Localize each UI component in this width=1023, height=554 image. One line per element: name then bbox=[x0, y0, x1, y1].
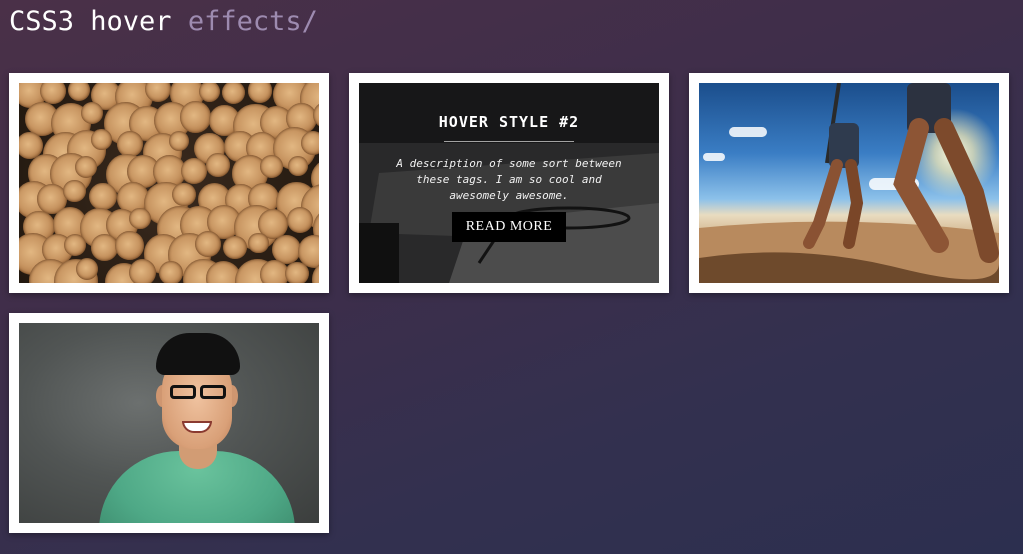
page-title-main: CSS3 hover bbox=[9, 6, 172, 37]
logs-image bbox=[19, 83, 319, 283]
gallery-card-logs[interactable] bbox=[9, 73, 329, 293]
log-end bbox=[179, 101, 212, 133]
beach-image bbox=[699, 83, 999, 283]
log-end bbox=[287, 155, 308, 176]
log-end bbox=[198, 83, 220, 103]
log-end bbox=[129, 258, 157, 283]
hover-divider bbox=[444, 141, 574, 142]
log-end bbox=[285, 261, 309, 283]
log-end bbox=[129, 207, 151, 230]
log-end bbox=[169, 130, 190, 151]
log-end bbox=[247, 83, 273, 104]
log-end bbox=[287, 206, 314, 233]
read-more-button[interactable]: READ MORE bbox=[451, 212, 567, 242]
hair bbox=[156, 333, 240, 375]
gallery-card-beach[interactable] bbox=[689, 73, 1009, 293]
log-end bbox=[80, 102, 103, 125]
log-end bbox=[205, 153, 230, 177]
log-end bbox=[91, 234, 118, 261]
glasses bbox=[166, 385, 228, 401]
hover-description: A description of some sort between these… bbox=[396, 157, 622, 202]
beach-figures bbox=[699, 83, 999, 283]
log-end bbox=[63, 233, 87, 257]
log-end bbox=[90, 129, 112, 150]
hover-overlay: HOVER STYLE #2 A description of some sor… bbox=[359, 83, 659, 283]
log-end bbox=[172, 182, 196, 207]
hover-title: HOVER STYLE #2 bbox=[438, 113, 580, 131]
log-end bbox=[89, 182, 118, 211]
log-end bbox=[259, 155, 283, 179]
desk-image: HOVER STYLE #2 A description of some sor… bbox=[359, 83, 659, 283]
log-end bbox=[223, 236, 247, 260]
log-end bbox=[117, 131, 143, 157]
log-end bbox=[248, 232, 269, 254]
log-end bbox=[75, 156, 98, 179]
log-end bbox=[195, 231, 222, 257]
log-end bbox=[63, 180, 86, 203]
log-end bbox=[158, 260, 183, 283]
log-end bbox=[115, 231, 144, 260]
portrait-image bbox=[19, 323, 319, 523]
gallery-card-hover[interactable]: HOVER STYLE #2 A description of some sor… bbox=[349, 73, 669, 293]
page-title: CSS3 hover effects/ bbox=[9, 4, 318, 40]
page-title-accent: effects/ bbox=[187, 6, 318, 37]
log-end bbox=[301, 131, 319, 156]
log-end bbox=[68, 83, 91, 101]
gallery-card-portrait[interactable] bbox=[9, 313, 329, 533]
log-end bbox=[221, 83, 245, 104]
log-end bbox=[180, 157, 207, 184]
